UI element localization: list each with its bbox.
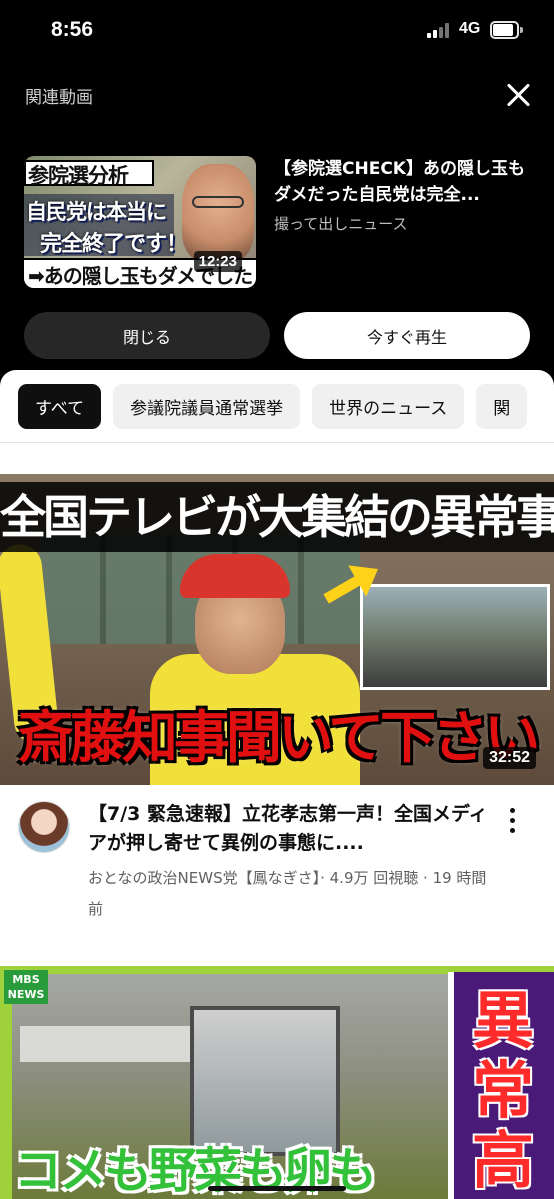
inset-photo — [360, 584, 550, 690]
chip-all[interactable]: すべて — [18, 384, 102, 429]
signal-icon — [427, 22, 453, 38]
close-icon[interactable] — [505, 82, 531, 108]
related-video-title[interactable]: 【参院選CHECK】あの隠し玉もダメだった自民党は完全... — [274, 156, 536, 208]
chip-related[interactable]: 関 — [476, 384, 528, 429]
thumbnail-caption-top: 全国テレビが大集結の異常事態 — [0, 482, 554, 552]
channel-avatar[interactable] — [18, 801, 70, 853]
filter-chips: すべて 参議院議員通常選挙 世界のニュース 関 — [18, 384, 554, 429]
related-video-thumbnail[interactable]: 参院選分析 自民党は本当に 完全終了です！ ➡あの隠し玉もダメでした 12:23 — [24, 156, 256, 288]
thumbnail-caption: 参院選分析 — [28, 164, 129, 188]
divider — [0, 442, 554, 443]
thumbnail-person — [182, 164, 254, 262]
chip-world-news[interactable]: 世界のニュース — [312, 384, 465, 429]
related-videos-heading: 関連動画 — [25, 88, 93, 108]
thumbnail-caption: 自民党は本当に — [26, 200, 167, 224]
close-button[interactable]: 閉じる — [24, 312, 270, 359]
mbs-news-logo: MBS NEWS — [4, 970, 48, 1004]
duration-badge: 32:52 — [483, 747, 536, 769]
video-thumbnail[interactable]: 全国テレビが大集結の異常事態 斎藤知事聞いて下さい 32:52 — [0, 474, 554, 785]
video-meta: おとなの政治NEWS党【鳳なぎさ】· 4.9万 回視聴 · 19 時間前 — [88, 869, 487, 918]
status-bar: 8:56 4G — [0, 0, 554, 62]
more-options-icon[interactable] — [504, 808, 520, 834]
related-video-channel[interactable]: 撮って出しニュース — [274, 213, 408, 234]
home-indicator — [208, 1186, 346, 1191]
thumbnail-caption-bottom: 斎藤知事聞いて下さい — [17, 706, 540, 771]
duration-badge: 12:23 — [193, 251, 242, 272]
feed-sheet: すべて 参議院議員通常選挙 世界のニュース 関 全国テレビが大集結の異常事態 斎… — [0, 370, 554, 1199]
play-now-button[interactable]: 今すぐ再生 — [284, 312, 530, 359]
video-title[interactable]: 【7/3 緊急速報】立花孝志第一声！全国メディアが押し寄せて異例の事態に.... — [88, 800, 488, 858]
battery-icon — [490, 21, 523, 39]
chip-upper-house-election[interactable]: 参議院議員通常選挙 — [113, 384, 301, 429]
thumbnail-caption: 完全終了です！ — [40, 232, 188, 257]
network-label: 4G — [459, 20, 481, 37]
thumbnail-side-caption: 異常高 — [471, 984, 534, 1197]
video-thumbnail[interactable]: 異常高 MBS NEWS コメも野菜も卵も — [0, 966, 554, 1199]
status-time: 8:56 — [51, 18, 94, 41]
